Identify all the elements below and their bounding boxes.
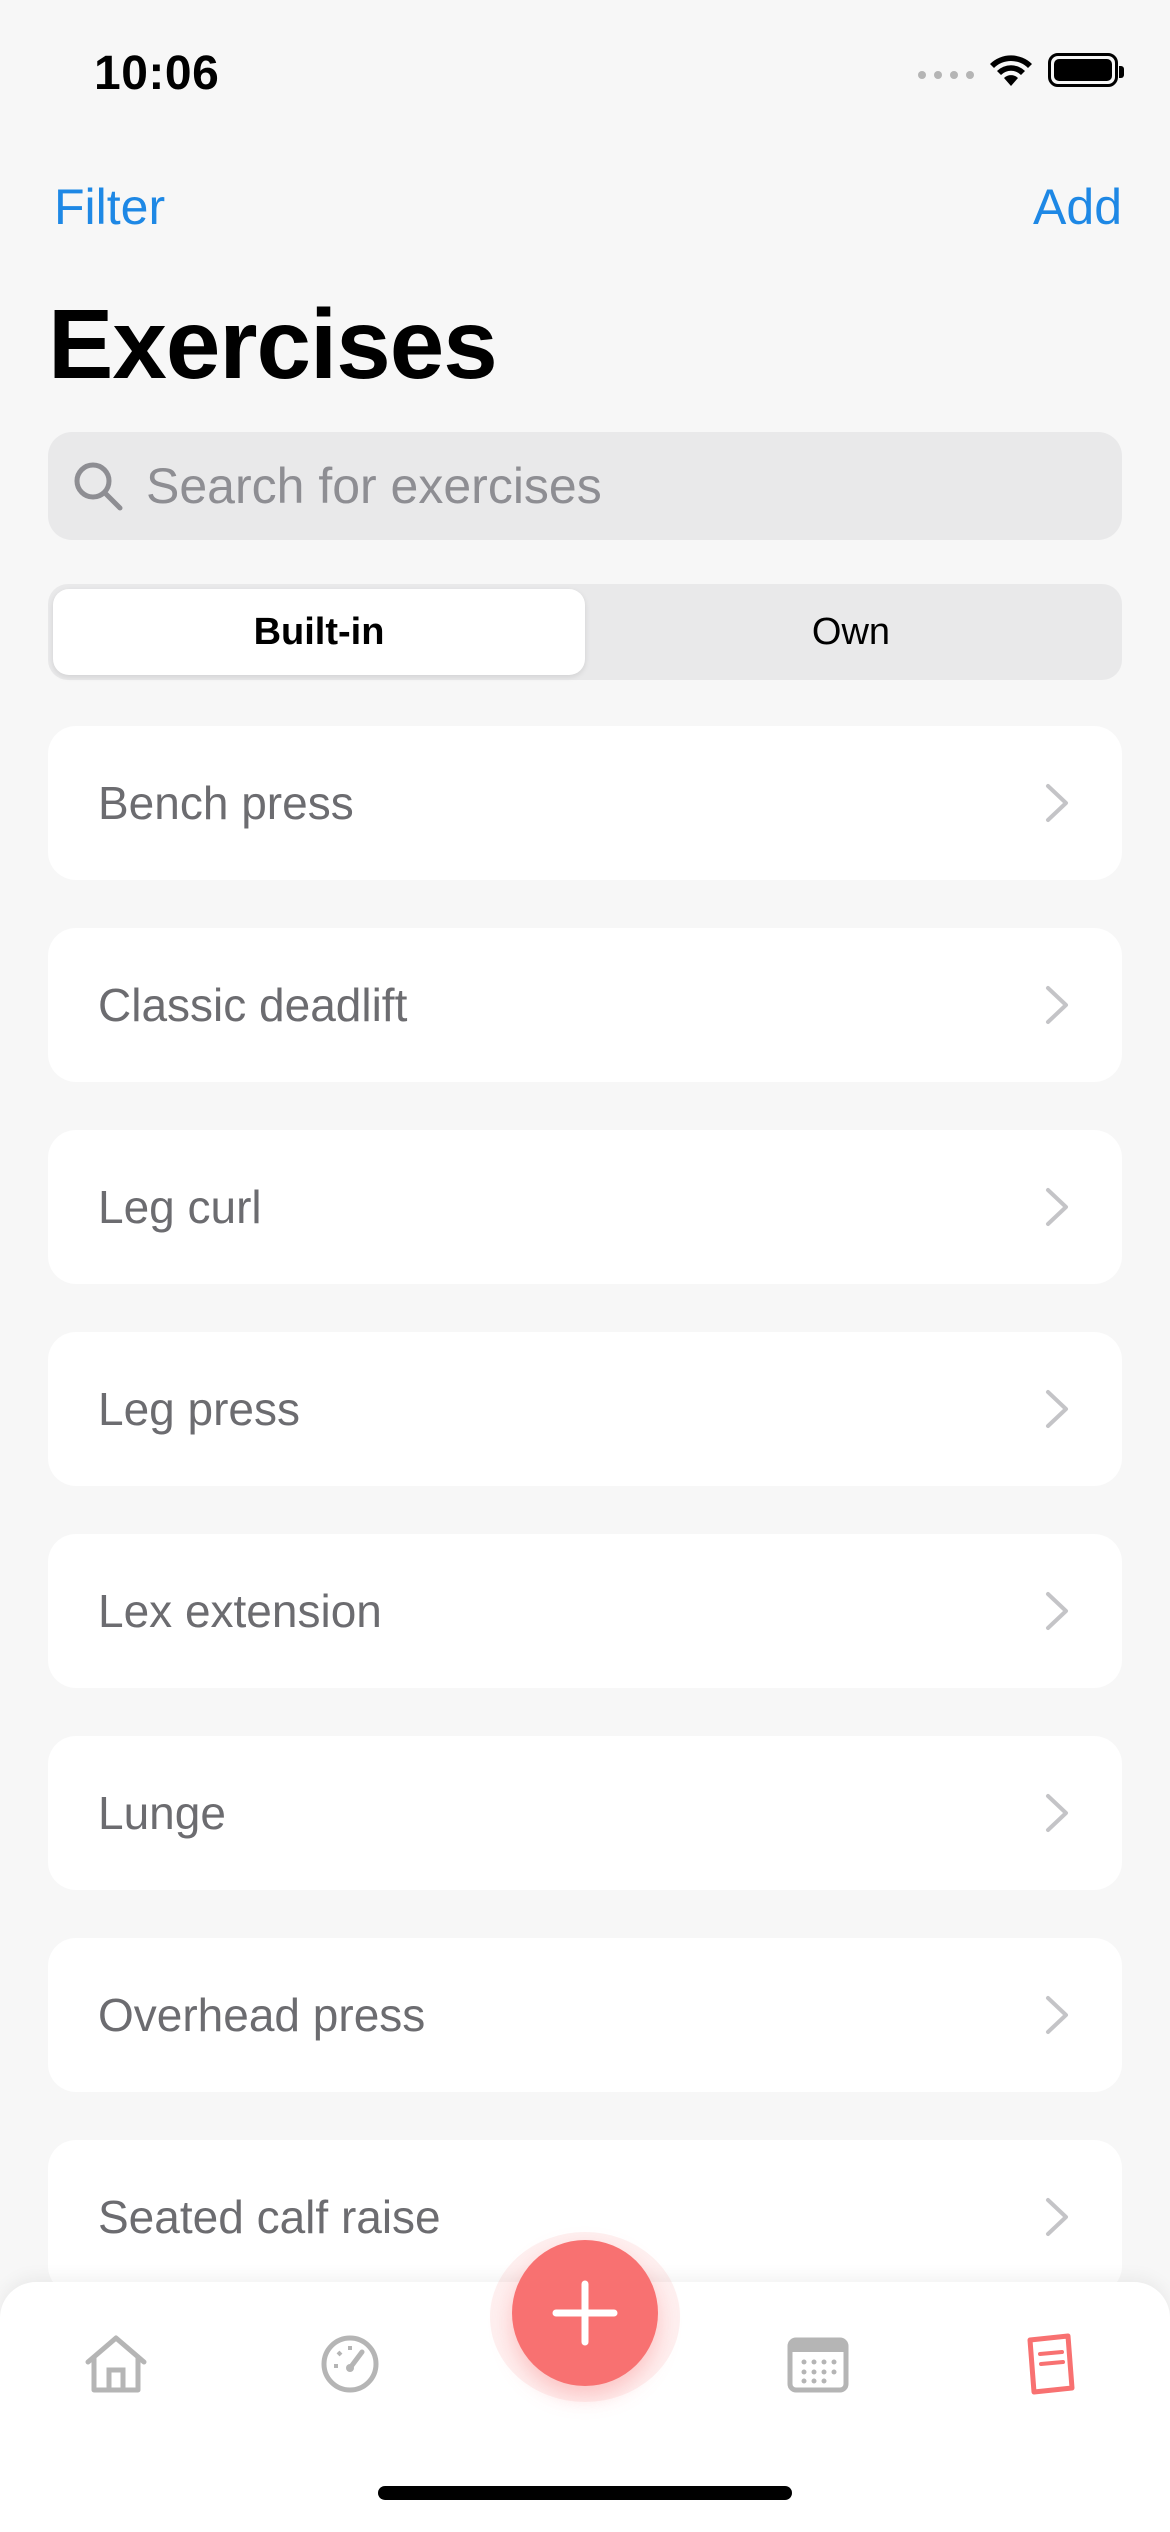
search-bar[interactable] [48,432,1122,540]
exercise-label: Lunge [98,1787,226,1839]
tab-exercises[interactable] [1012,2324,1092,2404]
chevron-right-icon [1046,784,1068,822]
exercise-row-bench-press[interactable]: Bench press [48,726,1122,880]
exercise-row-lunge[interactable]: Lunge [48,1736,1122,1890]
cellular-signal-icon [918,53,974,87]
exercise-label: Leg curl [98,1181,262,1233]
exercise-list: Bench press Classic deadlift Leg curl Le… [48,726,1122,2342]
chevron-right-icon [1046,986,1068,1024]
segment-own[interactable]: Own [585,589,1117,675]
chevron-right-icon [1046,1996,1068,2034]
page-title: Exercises [48,289,498,399]
gauge-icon [321,2335,379,2393]
exercise-row-classic-deadlift[interactable]: Classic deadlift [48,928,1122,1082]
chevron-right-icon [1046,1188,1068,1226]
chevron-right-icon [1046,1390,1068,1428]
search-icon [68,456,128,516]
home-indicator [378,2486,792,2500]
exercise-label: Classic deadlift [98,979,408,1031]
plus-icon [552,2280,618,2346]
status-icons [918,52,1124,88]
filter-button[interactable]: Filter [54,178,165,236]
exercise-label: Bench press [98,777,354,829]
status-bar: 10:06 [0,0,1170,150]
notebook-icon [1027,2333,1075,2395]
home-icon [85,2335,147,2393]
battery-icon [1048,53,1124,87]
add-button[interactable]: Add [1033,178,1122,236]
status-time: 10:06 [94,47,220,100]
segment-built-in[interactable]: Built-in [53,589,585,675]
exercise-label: Seated calf raise [98,2191,441,2243]
search-input[interactable] [146,457,1046,515]
chevron-right-icon [1046,1592,1068,1630]
exercise-label: Overhead press [98,1989,426,2041]
exercise-label: Lex extension [98,1585,382,1637]
wifi-icon [990,55,1032,86]
chevron-right-icon [1046,1794,1068,1832]
chevron-right-icon [1046,2198,1068,2236]
tab-calendar[interactable] [778,2324,858,2404]
calendar-icon [787,2337,849,2393]
exercise-row-lex-extension[interactable]: Lex extension [48,1534,1122,1688]
tab-home[interactable] [76,2324,156,2404]
source-segmented-control: Built-in Own [48,584,1122,680]
add-workout-button[interactable] [512,2240,658,2386]
exercises-screen: 10:06 Filter Add Exercises Built-in [0,0,1170,2532]
exercise-row-leg-curl[interactable]: Leg curl [48,1130,1122,1284]
exercise-label: Leg press [98,1383,301,1435]
exercise-row-leg-press[interactable]: Leg press [48,1332,1122,1486]
exercise-row-overhead-press[interactable]: Overhead press [48,1938,1122,2092]
tab-stats[interactable] [310,2324,390,2404]
